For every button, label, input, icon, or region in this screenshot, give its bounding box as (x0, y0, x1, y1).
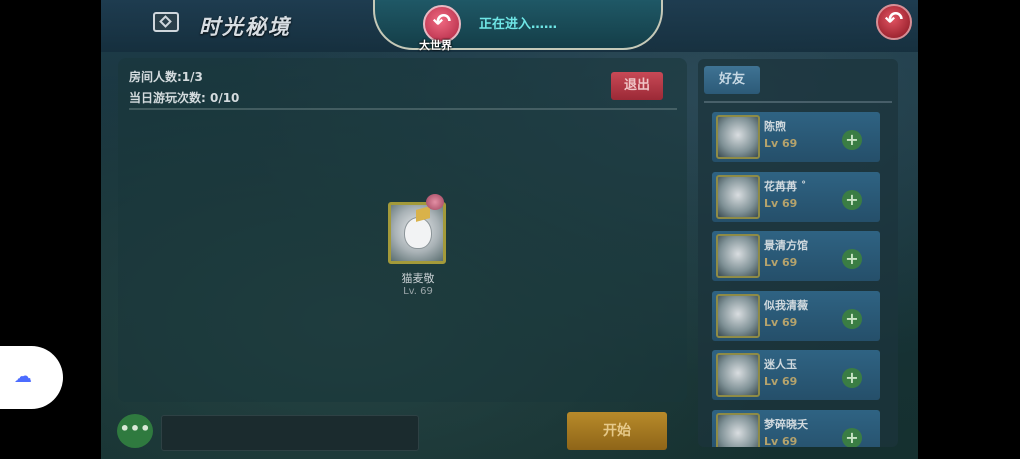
friend-name: 陈煦 (764, 120, 786, 133)
cloud-icon: ☁ (14, 366, 32, 387)
friend-avatar (716, 353, 760, 397)
friends-panel: 好友 陈煦 Lv 69 + 花苒苒 ˚ Lv 69 + 景清方馆 Lv 69 +… (698, 59, 898, 447)
friend-name: 迷人玉 (764, 358, 797, 371)
add-friend-button[interactable]: + (842, 190, 862, 210)
friend-avatar (716, 234, 760, 278)
game-screen: 时光秘境 ↶ 大世界 正在进入…… ↶ 房间人数:1/3 当日游玩次数: 0/1… (101, 0, 918, 459)
player-slot[interactable]: 猫麦敬 Lv. 69 (368, 194, 458, 306)
top-bar: 时光秘境 ↶ 大世界 正在进入…… ↶ (101, 0, 918, 52)
friend-avatar (716, 294, 760, 338)
daily-play-count: 当日游玩次数: 0/10 (129, 91, 240, 105)
exit-room-button[interactable]: 退出 (611, 72, 663, 100)
tab-friends[interactable]: 好友 (704, 66, 760, 94)
chat-more-button[interactable]: ••• (117, 414, 153, 448)
flower-decoration-icon (426, 194, 444, 210)
add-friend-button[interactable]: + (842, 428, 862, 447)
friend-level: Lv 69 (764, 197, 798, 210)
friend-avatar (716, 115, 760, 159)
friend-name: 梦碎晓夭 (764, 418, 808, 431)
friend-avatar (716, 175, 760, 219)
friend-list-item[interactable]: 似我清薇 Lv 69 + (712, 291, 880, 341)
add-friend-button[interactable]: + (842, 249, 862, 269)
friend-list-item[interactable]: 花苒苒 ˚ Lv 69 + (712, 172, 880, 222)
friends-divider (704, 101, 892, 103)
friend-list-item[interactable]: 陈煦 Lv 69 + (712, 112, 880, 162)
friend-level: Lv 69 (764, 256, 798, 269)
friend-level: Lv 69 (764, 316, 798, 329)
world-map-label: 大世界 (419, 39, 452, 52)
friend-list-item[interactable]: 梦碎晓夭 Lv 69 + (712, 410, 880, 447)
page-title: 时光秘境 (199, 15, 291, 39)
room-divider (129, 108, 677, 110)
friend-level: Lv 69 (764, 137, 798, 150)
friend-name: 花苒苒 ˚ (764, 180, 807, 193)
add-friend-button[interactable]: + (842, 309, 862, 329)
player-level: Lv. 69 (403, 286, 433, 297)
room-member-count: 房间人数:1/3 (129, 70, 203, 84)
friend-list-item[interactable]: 迷人玉 Lv 69 + (712, 350, 880, 400)
friend-list-item[interactable]: 景清方馆 Lv 69 + (712, 231, 880, 281)
friend-name: 景清方馆 (764, 239, 808, 252)
room-panel: 房间人数:1/3 当日游玩次数: 0/10 退出 猫麦敬 Lv. 69 (118, 58, 687, 402)
entering-status-text: 正在进入…… (479, 17, 558, 32)
add-friend-button[interactable]: + (842, 130, 862, 150)
start-button[interactable]: 开始 (567, 412, 667, 450)
floating-assistant-button[interactable]: ☁ (0, 346, 63, 409)
friend-level: Lv 69 (764, 375, 798, 388)
chat-input[interactable] (161, 415, 419, 451)
player-name: 猫麦敬 (401, 272, 435, 285)
friend-avatar (716, 413, 760, 447)
friend-level: Lv 69 (764, 435, 798, 447)
back-button[interactable]: ↶ (876, 4, 912, 40)
friend-name: 似我清薇 (764, 299, 808, 312)
add-friend-button[interactable]: + (842, 368, 862, 388)
realm-logo-icon (153, 12, 179, 32)
